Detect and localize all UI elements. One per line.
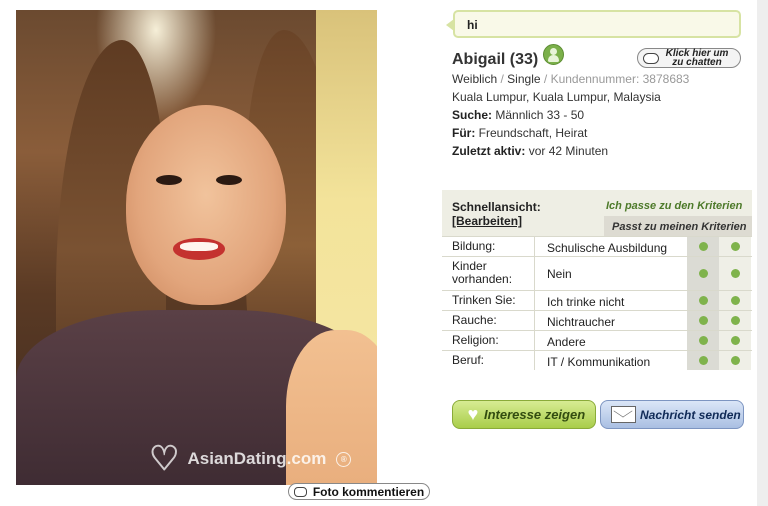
- row-label: Beruf:: [452, 353, 485, 367]
- photo-teeth: [180, 242, 218, 251]
- row-value-text: Nichtraucher: [547, 315, 616, 329]
- row-value-text: Nein: [547, 266, 572, 281]
- chat-button-label: Klick hier um zu chatten: [665, 48, 729, 68]
- match-cell: [719, 351, 751, 370]
- status-message: hi: [446, 10, 741, 38]
- match-cell: [687, 351, 719, 370]
- quick-view-panel: Schnellansicht: [Bearbeiten] Ich passe z…: [442, 190, 752, 370]
- quick-view-title: Schnellansicht:: [452, 200, 541, 214]
- tab-i-match-criteria[interactable]: Ich passe zu den Kriterien: [606, 200, 742, 212]
- last-active-label: Zuletzt aktiv:: [452, 144, 526, 158]
- customer-number: 3878683: [642, 72, 690, 86]
- online-user-icon: [543, 44, 564, 65]
- status-text: hi: [467, 18, 478, 32]
- row-value: Andere: [534, 331, 687, 350]
- row-value-text: Schulische Ausbildung: [547, 241, 668, 255]
- match-cell: [719, 237, 751, 256]
- row-value: Nein: [534, 257, 687, 290]
- match-dot-icon: [730, 336, 740, 345]
- speech-bubble-icon: [293, 486, 307, 497]
- match-cell: [687, 257, 719, 290]
- profile-name: Abigail (33): [452, 51, 539, 68]
- watermark-text: AsianDating.com: [187, 449, 327, 468]
- chat-bubble-icon: [643, 52, 659, 64]
- match-dot-icon: [730, 296, 740, 305]
- match-cell: [719, 291, 751, 310]
- table-row: Bildung: Schulische Ausbildung: [442, 236, 752, 256]
- seeking-label: Suche:: [452, 108, 493, 122]
- photo-eye-right: [216, 175, 242, 185]
- last-active-row: Zuletzt aktiv: vor 42 Minuten: [452, 144, 608, 158]
- table-row: Trinken Sie: Ich trinke nicht: [442, 290, 752, 310]
- table-row: Beruf: IT / Kommunikation: [442, 350, 752, 370]
- for-label: Für:: [452, 126, 476, 140]
- row-value-text: Ich trinke nicht: [547, 295, 625, 309]
- relationship-status: Single: [507, 72, 541, 86]
- row-label: Rauche:: [452, 313, 497, 327]
- match-dot-icon: [698, 316, 708, 325]
- row-label: Bildung:: [452, 239, 496, 253]
- registered-mark: ®: [336, 451, 352, 467]
- match-cell: [719, 311, 751, 330]
- send-message-label: Nachricht senden: [640, 407, 741, 422]
- row-value-text: IT / Kommunikation: [547, 355, 651, 369]
- show-interest-label: Interesse zeigen: [484, 407, 586, 422]
- send-message-button[interactable]: Nachricht senden: [600, 400, 744, 429]
- quick-view-header: Schnellansicht: [Bearbeiten]: [452, 200, 541, 228]
- match-dot-icon: [698, 242, 708, 251]
- seeking-value: Männlich 33 - 50: [495, 108, 585, 122]
- customer-number-label: Kundennummer:: [550, 72, 640, 86]
- match-cell: [719, 257, 751, 290]
- photo-face: [126, 105, 286, 305]
- match-cell: [719, 331, 751, 350]
- match-cell: [687, 291, 719, 310]
- last-active-value: vor 42 Minuten: [528, 144, 609, 158]
- row-value: Schulische Ausbildung: [534, 237, 687, 256]
- tab-matches-my-criteria[interactable]: Passt zu meinen Kriterien: [604, 216, 752, 236]
- heart-logo-icon: ♡: [149, 440, 180, 478]
- table-row: Rauche: Nichtraucher: [442, 310, 752, 330]
- profile-basics: Weiblich / Single / Kundennummer: 387868…: [452, 72, 689, 86]
- match-cell: [687, 311, 719, 330]
- match-dot-icon: [698, 296, 708, 305]
- match-dot-icon: [730, 316, 740, 325]
- photo-eye-left: [156, 175, 182, 185]
- match-dot-icon: [730, 269, 740, 278]
- for-value: Freundschaft, Heirat: [478, 126, 588, 140]
- match-cell: [687, 237, 719, 256]
- heart-icon: ♥: [467, 404, 479, 424]
- seeking-row: Suche: Männlich 33 - 50: [452, 108, 584, 122]
- separator: /: [543, 72, 548, 86]
- match-dot-icon: [730, 242, 740, 251]
- comment-photo-label: Foto kommentieren: [312, 484, 425, 499]
- match-dot-icon: [698, 356, 708, 365]
- for-row: Für: Freundschaft, Heirat: [452, 126, 587, 140]
- gender: Weiblich: [452, 72, 498, 86]
- row-label: Religion:: [452, 333, 499, 347]
- scrollbar[interactable]: [757, 0, 768, 506]
- row-value: IT / Kommunikation: [534, 351, 687, 370]
- show-interest-button[interactable]: ♥ Interesse zeigen: [452, 400, 596, 429]
- chat-button[interactable]: Klick hier um zu chatten: [637, 48, 741, 68]
- quick-view-rows: Bildung: Schulische Ausbildung Kinder vo…: [442, 236, 752, 370]
- photo-watermark: ♡ AsianDating.com ®: [149, 440, 352, 478]
- separator: /: [500, 72, 504, 86]
- row-label: Kinder vorhanden:: [452, 259, 513, 286]
- row-value: Nichtraucher: [534, 311, 687, 330]
- row-value: Ich trinke nicht: [534, 291, 687, 310]
- envelope-icon: [611, 406, 636, 423]
- match-cell: [687, 331, 719, 350]
- profile-photo[interactable]: ♡ AsianDating.com ®: [16, 10, 377, 485]
- match-dot-icon: [730, 356, 740, 365]
- match-dot-icon: [698, 336, 708, 345]
- match-dot-icon: [698, 269, 708, 278]
- edit-link[interactable]: [Bearbeiten]: [452, 214, 541, 228]
- location: Kuala Lumpur, Kuala Lumpur, Malaysia: [452, 90, 661, 104]
- table-row: Kinder vorhanden: Nein: [442, 256, 752, 290]
- comment-photo-button[interactable]: Foto kommentieren: [288, 483, 430, 500]
- row-label: Trinken Sie:: [452, 293, 516, 307]
- table-row: Religion: Andere: [442, 330, 752, 350]
- row-value-text: Andere: [547, 335, 586, 349]
